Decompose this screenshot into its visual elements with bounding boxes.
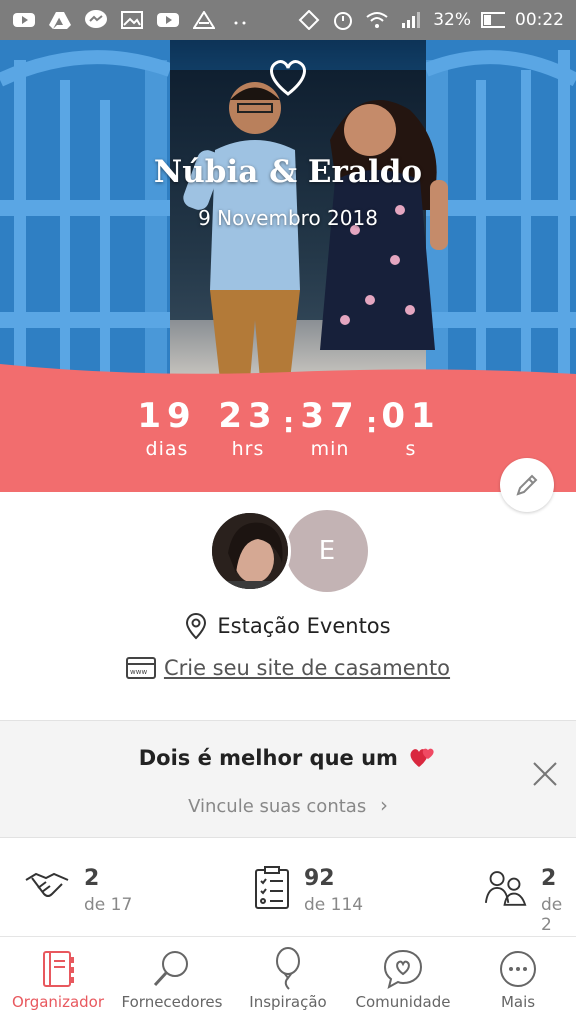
vendors-total: de 17 — [84, 895, 133, 915]
nav-mais[interactable]: Mais — [460, 945, 576, 1011]
guests-count: 2 — [540, 866, 557, 891]
edit-button[interactable] — [500, 458, 554, 512]
countdown-hours: 23 hrs — [203, 396, 293, 460]
seconds-label: s — [405, 438, 417, 460]
messenger-icon — [84, 10, 108, 29]
gallery-icon — [120, 11, 144, 29]
more-icon — [500, 951, 536, 987]
minutes-value: 37 — [300, 396, 360, 436]
days-value: 19 — [137, 396, 197, 436]
wedding-date: 9 Novembro 2018 — [198, 206, 378, 230]
handshake-icon — [25, 872, 69, 897]
couple-photo: Núbia & Eraldo 9 Novembro 2018 — [0, 40, 576, 380]
system-status: 32% 00:22 — [297, 10, 564, 30]
days-label: dias — [145, 438, 189, 460]
website-link-text: Crie seu site de casamento — [163, 656, 451, 680]
link-accounts-link[interactable]: Vincule suas contas › — [0, 793, 576, 817]
planner-icon — [43, 951, 74, 987]
signal-icon — [399, 11, 423, 29]
countdown-days: 19 dias — [122, 396, 212, 460]
stats-row: 2 de 17 92 de 114 2 de 2 — [0, 838, 576, 936]
location-pin-icon — [186, 612, 207, 640]
link-accounts-text: Vincule suas contas — [188, 796, 367, 817]
vendors-count: 2 — [84, 866, 100, 891]
couple-names: Núbia & Eraldo — [153, 154, 423, 190]
countdown-minutes: 37 min — [285, 396, 375, 460]
venue-name: Estação Eventos — [217, 614, 391, 638]
battery-percent: 32% — [433, 10, 471, 30]
nav-inspiracao[interactable]: Inspiração — [230, 945, 346, 1011]
venue[interactable]: Estação Eventos — [0, 612, 576, 640]
battery-icon — [481, 11, 505, 29]
chat-heart-icon — [383, 949, 423, 989]
hours-label: hrs — [231, 438, 265, 460]
countdown-panel: 19 dias 23 hrs : 37 min : 01 s — [0, 362, 576, 492]
hearts-icon — [410, 748, 434, 767]
tasks-total: de 114 — [304, 895, 364, 915]
tasks-stat[interactable]: 92 de 114 — [254, 866, 363, 915]
vendors-stat[interactable]: 2 de 17 — [24, 866, 132, 915]
bottom-navigation: Organizador Fornecedores Inspiração Comu… — [0, 936, 576, 1024]
seconds-value: 01 — [381, 396, 441, 436]
checklist-icon — [255, 866, 289, 909]
partner-avatar[interactable]: E — [286, 510, 368, 592]
youtube-icon — [12, 11, 36, 29]
guests-total: de 2 — [540, 895, 563, 935]
avatar-photo — [212, 513, 288, 589]
vibrate-icon — [297, 10, 321, 30]
minutes-label: min — [310, 438, 350, 460]
notification-icons — [12, 10, 252, 29]
profile-section: E Estação Eventos www Crie seu site de c… — [0, 492, 576, 720]
pencil-icon — [516, 474, 538, 496]
banner-title-text: Dois é melhor que um — [138, 746, 398, 770]
nav-fornecedores[interactable]: Fornecedores — [114, 945, 230, 1011]
nav-label: Organizador — [11, 993, 105, 1011]
guests-icon — [484, 871, 527, 906]
chevron-right-icon: › — [379, 793, 388, 817]
more-icon — [228, 11, 252, 29]
close-icon[interactable] — [530, 759, 560, 789]
balloon-icon — [276, 947, 300, 990]
svg-text:www: www — [130, 668, 147, 676]
nav-organizador[interactable]: Organizador — [0, 945, 116, 1011]
youtube-icon — [156, 11, 180, 29]
create-website-link[interactable]: www Crie seu site de casamento — [0, 656, 576, 680]
tasks-count: 92 — [304, 866, 335, 891]
search-icon — [153, 951, 188, 987]
app-icon — [192, 11, 216, 29]
heart-logo-icon — [270, 60, 306, 96]
website-icon: www — [125, 657, 156, 679]
wifi-icon — [365, 11, 389, 29]
hours-value: 23 — [218, 396, 278, 436]
drive-icon — [48, 11, 72, 29]
avatar[interactable] — [209, 510, 291, 592]
nav-label: Inspiração — [249, 993, 327, 1011]
banner-title: Dois é melhor que um — [0, 745, 576, 770]
link-accounts-banner: Dois é melhor que um Vincule suas contas… — [0, 720, 576, 838]
nav-label: Mais — [500, 993, 536, 1011]
status-bar: 32% 00:22 — [0, 0, 576, 40]
nav-label: Fornecedores — [121, 993, 223, 1011]
nav-comunidade[interactable]: Comunidade — [345, 945, 461, 1011]
alarm-icon — [331, 11, 355, 30]
countdown-seconds: 01 s — [366, 396, 456, 460]
nav-label: Comunidade — [355, 993, 451, 1011]
clock: 00:22 — [515, 10, 564, 30]
guests-stat[interactable]: 2 de 2 — [484, 866, 576, 935]
